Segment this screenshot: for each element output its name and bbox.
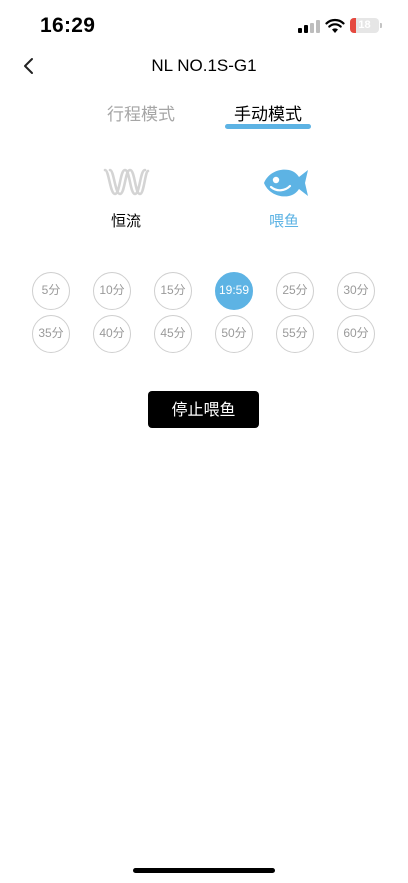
mode-constant-flow[interactable]: 恒流 xyxy=(96,162,156,231)
status-bar: 16:29 18 xyxy=(0,0,408,54)
stop-feeding-button[interactable]: 停止喂鱼 xyxy=(148,391,259,428)
wave-flow-icon xyxy=(103,168,150,196)
mode-constant-flow-label: 恒流 xyxy=(110,212,141,230)
wifi-icon xyxy=(325,18,345,33)
page-title: NL NO.1S-G1 xyxy=(151,56,257,75)
time-option-15min[interactable]: 15分 xyxy=(154,272,192,310)
mode-feed-fish[interactable]: 喂鱼 xyxy=(254,162,314,231)
tab-trip-mode[interactable]: 行程模式 xyxy=(107,100,175,125)
battery-tip xyxy=(380,23,382,28)
cellular-signal-icon xyxy=(298,20,320,33)
time-option-25min[interactable]: 25分 xyxy=(276,272,314,310)
time-option-40min[interactable]: 40分 xyxy=(93,315,131,353)
status-time: 16:29 xyxy=(40,14,96,37)
home-indicator[interactable] xyxy=(133,868,275,873)
time-option-10min[interactable]: 10分 xyxy=(93,272,131,310)
time-option-35min[interactable]: 35分 xyxy=(32,315,70,353)
active-tab-indicator xyxy=(225,124,311,129)
time-option-60min[interactable]: 60分 xyxy=(337,315,375,353)
battery-icon: 18 xyxy=(350,18,379,33)
time-option-50min[interactable]: 50分 xyxy=(215,315,253,353)
tab-manual-mode[interactable]: 手动模式 xyxy=(234,100,302,125)
time-option-55min[interactable]: 55分 xyxy=(276,315,314,353)
time-option-active-countdown[interactable]: 19:59 xyxy=(215,272,253,310)
time-option-45min[interactable]: 45分 xyxy=(154,315,192,353)
time-option-5min[interactable]: 5分 xyxy=(32,272,70,310)
battery-level: 18 xyxy=(358,19,371,31)
fish-icon xyxy=(264,169,308,197)
mode-feed-fish-label: 喂鱼 xyxy=(268,212,299,230)
time-option-30min[interactable]: 30分 xyxy=(337,272,375,310)
